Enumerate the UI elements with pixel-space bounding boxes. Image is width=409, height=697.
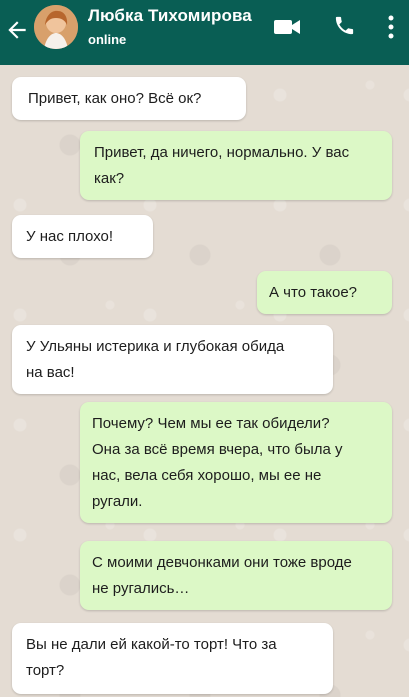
back-arrow-icon[interactable] xyxy=(4,17,30,43)
outgoing-message-bubble[interactable]: Почему? Чем мы ее так обидели? Она за вс… xyxy=(80,402,392,523)
message-text: У Ульяны истерика и глубокая обида на ва… xyxy=(26,338,285,381)
outgoing-message-bubble[interactable]: С моими девчонками они тоже вроде не руг… xyxy=(80,541,392,610)
contact-name[interactable]: Любка Тихомирова xyxy=(88,6,252,26)
message-text: Привет, да ничего, нормально. У вас как? xyxy=(94,144,350,187)
video-call-icon[interactable] xyxy=(273,17,301,37)
incoming-message-bubble[interactable]: У нас плохо! xyxy=(12,215,153,258)
message-text: Вы не дали ей какой-то торт! Что за торт… xyxy=(26,636,277,679)
phone-icon[interactable] xyxy=(333,14,356,37)
outgoing-message-bubble[interactable]: Привет, да ничего, нормально. У вас как? xyxy=(80,131,392,200)
avatar[interactable] xyxy=(34,5,78,49)
message-text: Почему? Чем мы ее так обидели? Она за вс… xyxy=(92,415,343,510)
incoming-message-bubble[interactable]: Привет, как оно? Всё ок? xyxy=(12,77,246,120)
message-text: У нас плохо! xyxy=(26,228,114,245)
message-text: Привет, как оно? Всё ок? xyxy=(28,90,202,107)
outgoing-message-bubble[interactable]: А что такое? xyxy=(257,271,392,314)
avatar-photo xyxy=(34,5,78,49)
more-menu-icon[interactable] xyxy=(385,12,397,42)
incoming-message-bubble[interactable]: Вы не дали ей какой-то торт! Что за торт… xyxy=(12,623,333,694)
contact-status: online xyxy=(88,32,127,47)
chat-messages[interactable]: Привет, как оно? Всё ок? Привет, да ниче… xyxy=(0,65,409,697)
message-text: С моими девчонками они тоже вроде не руг… xyxy=(92,554,352,597)
message-text: А что такое? xyxy=(269,284,358,301)
incoming-message-bubble[interactable]: У Ульяны истерика и глубокая обида на ва… xyxy=(12,325,333,394)
chat-header: Любка Тихомирова online xyxy=(0,0,409,65)
